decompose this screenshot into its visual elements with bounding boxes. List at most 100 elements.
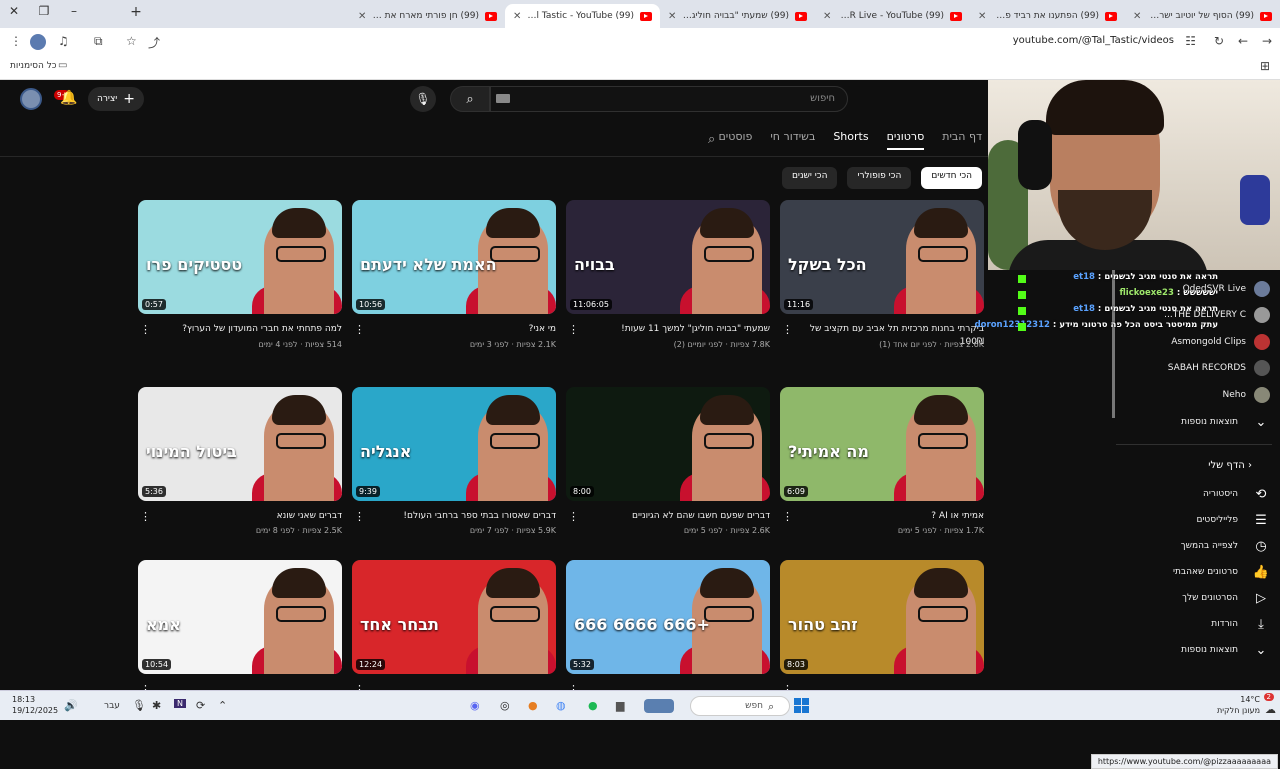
- file-explorer-icon[interactable]: ▆: [616, 699, 624, 712]
- reload-icon[interactable]: ↻: [1214, 34, 1224, 48]
- browser-tab[interactable]: (99) שמעתי "בבויה חוליגן" למש ✕: [660, 4, 815, 28]
- all-bookmarks-label[interactable]: כל הסימניות: [10, 61, 57, 71]
- video-title[interactable]: מי אני?: [371, 323, 556, 336]
- spotify-icon[interactable]: ●: [588, 699, 598, 712]
- tab-home[interactable]: דף הבית: [942, 130, 982, 150]
- video-thumbnail[interactable]: טסטיקים פרו 0:57: [138, 200, 342, 314]
- video-thumbnail[interactable]: ביטול המינוי 5:36: [138, 387, 342, 501]
- window-close-button[interactable]: ✕: [4, 4, 24, 18]
- video-thumbnail[interactable]: אמא 10:54: [138, 560, 342, 674]
- extensions-icon[interactable]: ⧉: [94, 34, 103, 49]
- tab-videos[interactable]: סרטונים: [886, 130, 925, 150]
- close-tab-icon[interactable]: ✕: [668, 11, 676, 22]
- window-minimize-button[interactable]: –: [64, 4, 84, 18]
- bookmark-star-icon[interactable]: ☆: [126, 34, 137, 48]
- more-actions-icon[interactable]: ⋮: [140, 510, 151, 523]
- subscription-item[interactable]: Asmongold Clips: [1171, 332, 1270, 352]
- onenote-icon[interactable]: N: [174, 699, 186, 708]
- video-card[interactable]: זהב טהור8:03⋮ ·: [780, 560, 984, 708]
- sidebar-item-playlist[interactable]: ☰ פלייליסטים: [1196, 510, 1270, 530]
- new-tab-button[interactable]: +: [126, 4, 146, 20]
- sidebar-scrollbar[interactable]: [1112, 270, 1115, 418]
- video-title[interactable]: שמעתי "בבויה חוליגן" למשך 11 שעות!: [585, 323, 770, 336]
- apps-grid-icon[interactable]: ⊞: [1260, 59, 1270, 73]
- you-section-title[interactable]: הדף שלי ›: [1208, 460, 1252, 471]
- close-tab-icon[interactable]: ✕: [513, 11, 521, 22]
- discord-icon[interactable]: ◉: [470, 699, 480, 712]
- chip-newest[interactable]: הכי חדשים: [921, 167, 982, 189]
- chip-popular[interactable]: הכי פופולרי: [847, 167, 912, 189]
- search-button[interactable]: ⌕: [450, 86, 490, 112]
- browser-tab[interactable]: (99) הפתענו את רביד פלוטניק ✕: [970, 4, 1125, 28]
- video-thumbnail[interactable]: הכל בשקל 11:16: [780, 200, 984, 314]
- more-actions-icon[interactable]: ⋮: [782, 510, 793, 523]
- share-icon[interactable]: ⤴: [148, 34, 160, 51]
- back-icon[interactable]: ←: [1238, 34, 1248, 48]
- media-control-icon[interactable]: ♫: [58, 34, 69, 48]
- video-card[interactable]: 8:00 ⋮ דברים שפעם חשבו שהם לא הגיוניים 2.6K…: [566, 387, 770, 535]
- video-thumbnail[interactable]: האמת שלא ידעתם 10:56: [352, 200, 556, 314]
- video-thumbnail[interactable]: זהב טהור 8:03: [780, 560, 984, 674]
- video-title[interactable]: דברים שפעם חשבו שהם לא הגיוניים: [585, 510, 770, 523]
- chrome-icon[interactable]: ◍: [556, 699, 566, 712]
- video-card[interactable]: הכל בשקל 11:16 ⋮ ביקרתי בחנות מרכזית תל אבי…: [780, 200, 984, 349]
- input-language[interactable]: עבר: [104, 701, 120, 711]
- video-card[interactable]: +666 6666 6665:32⋮ ·: [566, 560, 770, 708]
- video-thumbnail[interactable]: מה אמיתי? 6:09: [780, 387, 984, 501]
- profile-icon[interactable]: [30, 34, 46, 50]
- app-thumbnail-icon[interactable]: [644, 699, 674, 713]
- app-icon[interactable]: ●: [528, 699, 538, 712]
- video-title[interactable]: אמיתי או AI ?: [799, 510, 984, 523]
- url-text[interactable]: youtube.com/@Tal_Tastic/videos: [1013, 35, 1174, 46]
- video-title[interactable]: למה פתחתי את חברי המועדון של הערוץ?: [157, 323, 342, 336]
- microphone-icon[interactable]: 🎙: [410, 86, 436, 112]
- tab-live[interactable]: בשידור חי: [770, 130, 815, 150]
- sidebar-item-chevron-down[interactable]: ⌄ תוצאות נוספות: [1181, 640, 1270, 660]
- weather-widget[interactable]: 14°C מעונן חלקית: [1217, 694, 1260, 716]
- close-tab-icon[interactable]: ✕: [358, 11, 366, 22]
- subscription-item[interactable]: SABAH RECORDS: [1168, 358, 1270, 378]
- start-button[interactable]: [794, 698, 809, 713]
- video-thumbnail[interactable]: אנגליה 9:39: [352, 387, 556, 501]
- video-card[interactable]: טסטיקים פרו 0:57 ⋮ למה פתחתי את חברי המועדו…: [138, 200, 342, 349]
- forward-icon[interactable]: →: [1262, 34, 1272, 48]
- more-actions-icon[interactable]: ⋮: [782, 323, 793, 336]
- more-actions-icon[interactable]: ⋮: [568, 510, 579, 523]
- show-more-subscriptions[interactable]: ⌄ תוצאות נוספות: [1181, 412, 1270, 432]
- obs-icon[interactable]: ◎: [500, 699, 510, 712]
- bell-icon[interactable]: 🔔: [60, 90, 77, 106]
- account-avatar[interactable]: [20, 88, 42, 110]
- sync-icon[interactable]: ⟳: [196, 699, 205, 712]
- volume-icon[interactable]: 🔊: [64, 699, 78, 712]
- microphone-tray-icon[interactable]: 🎙: [132, 699, 146, 712]
- video-card[interactable]: אנגליה 9:39 ⋮ דברים שאסורו בבתי ספר ברחבי ה…: [352, 387, 556, 535]
- bluetooth-icon[interactable]: ✱: [152, 699, 161, 712]
- video-card[interactable]: תבחר אחד12:24⋮ ·: [352, 560, 556, 708]
- sidebar-item-download[interactable]: ⤓ הורדות: [1211, 614, 1270, 634]
- video-thumbnail[interactable]: תבחר אחד 12:24: [352, 560, 556, 674]
- search-input[interactable]: חיפוש: [490, 86, 848, 112]
- video-thumbnail[interactable]: 8:00: [566, 387, 770, 501]
- video-thumbnail[interactable]: בבויה 11:06:05: [566, 200, 770, 314]
- chip-oldest[interactable]: הכי ישנים: [781, 167, 838, 189]
- show-hidden-icons[interactable]: ⌃: [218, 699, 227, 712]
- create-button[interactable]: יצירה +: [88, 87, 144, 111]
- subscription-item[interactable]: Neho: [1223, 385, 1270, 405]
- close-tab-icon[interactable]: ✕: [978, 11, 986, 22]
- video-title[interactable]: דברים שאסורו בבתי ספר ברחבי העולם!: [371, 510, 556, 523]
- video-title[interactable]: דברים שאני שונא: [157, 510, 342, 523]
- more-actions-icon[interactable]: ⋮: [354, 510, 365, 523]
- video-card[interactable]: בבויה 11:06:05 ⋮ שמעתי "בבויה חוליגן" למשך …: [566, 200, 770, 349]
- video-card[interactable]: מה אמיתי? 6:09 ⋮ אמיתי או AI ? 1.7K צפיות · …: [780, 387, 984, 535]
- taskbar-search[interactable]: חפש: [690, 696, 790, 716]
- tab-posts[interactable]: פוסטים: [718, 130, 752, 150]
- video-thumbnail[interactable]: +666 6666 666 5:32: [566, 560, 770, 674]
- keyboard-icon[interactable]: [496, 94, 510, 103]
- browser-tab[interactable]: (99) חן פורתי מארח את אלמוג ג ✕: [350, 4, 505, 28]
- channel-search-icon[interactable]: ⌕: [708, 132, 715, 147]
- window-restore-button[interactable]: ❐: [34, 4, 54, 18]
- more-actions-icon[interactable]: ⋮: [568, 323, 579, 336]
- video-card[interactable]: האמת שלא ידעתם 10:56 ⋮ מי אני? 2.1K צפיות · …: [352, 200, 556, 349]
- more-actions-icon[interactable]: ⋮: [140, 323, 151, 336]
- sidebar-item-like[interactable]: 👍 סרטונים שאהבתי: [1173, 562, 1270, 582]
